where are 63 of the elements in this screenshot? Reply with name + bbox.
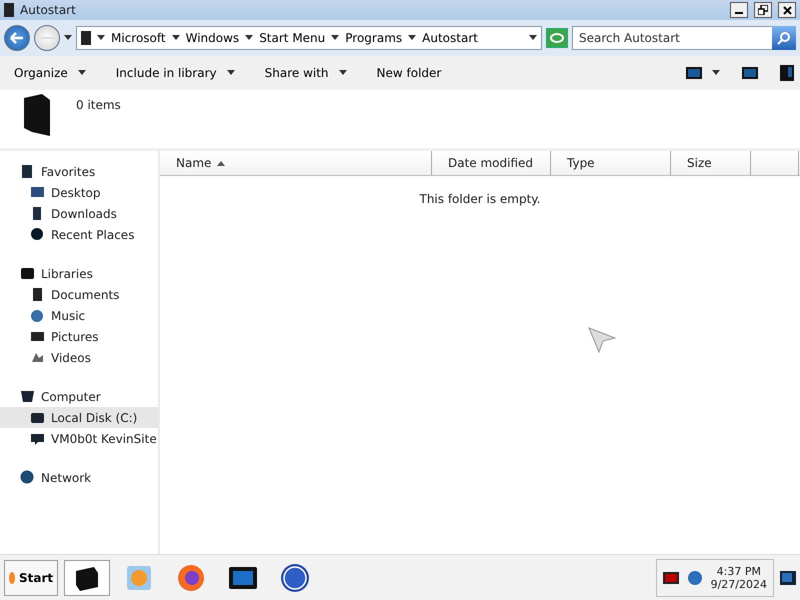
taskbar-button[interactable] (64, 560, 110, 596)
caret-icon (78, 70, 86, 76)
clock-date: 9/27/2024 (710, 578, 767, 590)
caret-icon (712, 70, 720, 76)
preview-pane-icon (742, 67, 758, 79)
restore-icon (758, 5, 768, 15)
nav-group[interactable]: Computer (0, 386, 158, 407)
restore-button[interactable] (754, 2, 772, 18)
view-icon (686, 67, 702, 79)
start-button[interactable]: Start (4, 560, 58, 596)
nav-item[interactable]: Videos (0, 347, 158, 368)
breadcrumb-item[interactable]: Start Menu (245, 31, 326, 45)
empty-folder-message: This folder is empty. (420, 192, 540, 206)
column-header[interactable]: Date modified (432, 151, 551, 175)
toolbar-button[interactable]: Organize (6, 66, 86, 80)
back-button[interactable] (4, 25, 30, 51)
caret-icon (408, 35, 416, 41)
refresh-button[interactable] (546, 28, 568, 48)
nav-item[interactable]: Downloads (0, 203, 158, 224)
toolbar-button[interactable]: Include in library (108, 66, 235, 80)
preview-pane-button[interactable] (742, 67, 758, 79)
nav-item[interactable]: Music (0, 305, 158, 326)
toolbar-button[interactable]: New folder (368, 66, 442, 80)
view-button[interactable] (686, 67, 720, 79)
toolbar-button[interactable]: Share with (256, 66, 347, 80)
breadcrumb-item[interactable]: Windows (172, 31, 240, 45)
nav-item[interactable]: Recent Places (0, 224, 158, 245)
nav-item[interactable]: Desktop (0, 182, 158, 203)
close-icon (782, 6, 792, 14)
address-bar[interactable]: Microsoft Windows Start Menu Programs Autostart (76, 26, 542, 50)
nav-item[interactable]: Documents (0, 284, 158, 305)
nav-group[interactable]: Favorites (0, 161, 158, 182)
nav-group[interactable]: Libraries (0, 263, 158, 284)
caret-icon (97, 35, 105, 41)
search-icon (777, 31, 791, 45)
caret-icon (172, 35, 180, 41)
search-button[interactable] (772, 26, 796, 50)
breadcrumb-item[interactable]: Autostart (408, 31, 478, 45)
item-count: 0 items (76, 98, 121, 114)
minimize-button[interactable] (730, 2, 748, 18)
breadcrumb-item[interactable]: Microsoft (97, 31, 166, 45)
caret-icon (64, 35, 72, 41)
caret-icon (529, 35, 537, 41)
search-field[interactable]: Search Autostart (572, 26, 772, 50)
back-arrow-icon (10, 32, 24, 44)
window-title: Autostart (20, 3, 77, 17)
nav-group[interactable]: Network (0, 467, 158, 488)
caret-icon (338, 70, 347, 76)
caret-icon (331, 35, 340, 41)
sort-arrow-icon (217, 160, 226, 166)
column-header[interactable]: Size (671, 151, 751, 175)
clock-time: 4:37 PM (716, 564, 761, 578)
nav-item[interactable]: VM0b0t KevinSite (0, 428, 158, 449)
forward-button[interactable] (34, 25, 60, 51)
breadcrumb-item[interactable]: Programs (331, 31, 402, 45)
close-button[interactable] (778, 2, 796, 18)
nav-item[interactable]: Pictures (0, 326, 158, 347)
caret-icon (245, 35, 254, 41)
cursor-icon (588, 327, 616, 353)
caret-icon (226, 70, 235, 76)
column-header[interactable]: Name (160, 151, 432, 175)
column-header[interactable]: Type (551, 151, 671, 175)
nav-item[interactable]: Local Disk (C:) (0, 407, 158, 428)
